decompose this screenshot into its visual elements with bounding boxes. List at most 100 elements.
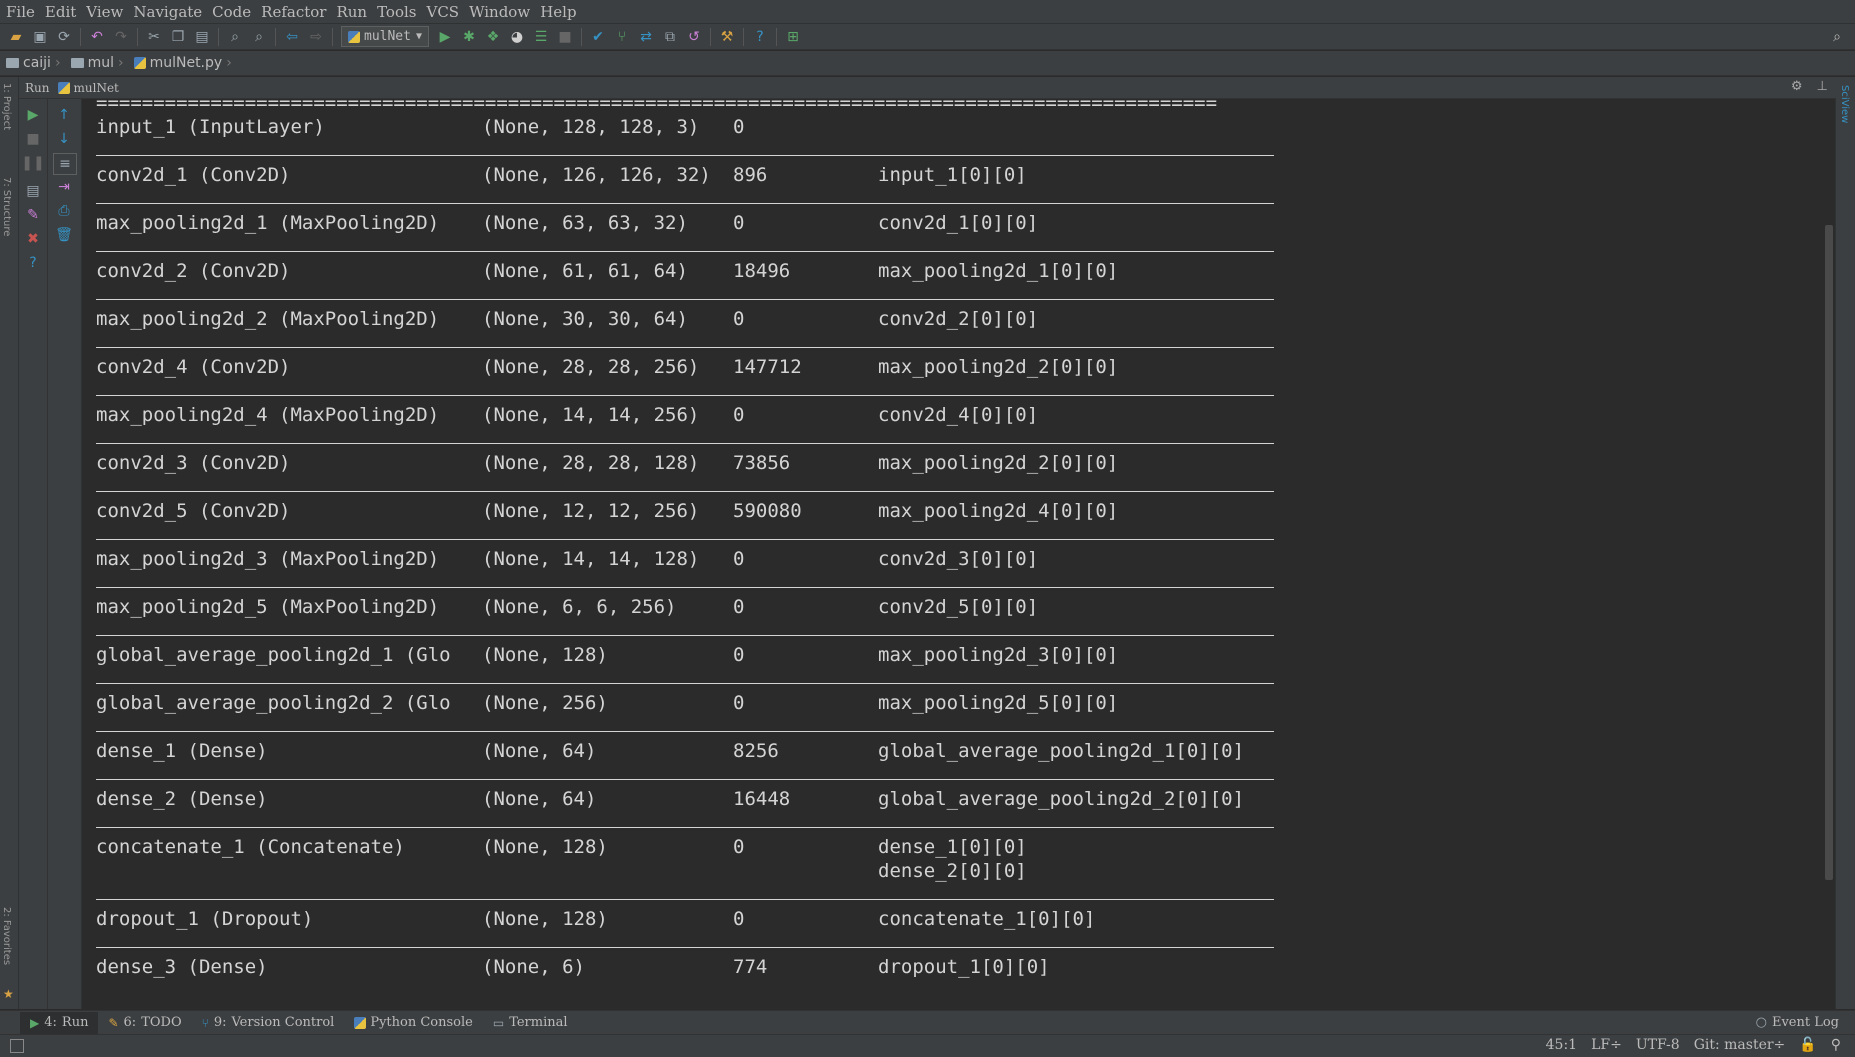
line-separator[interactable]: LF÷: [1591, 1037, 1622, 1053]
structure-icon[interactable]: ⊞: [783, 27, 803, 47]
param-count-cell: 0: [733, 404, 745, 426]
back-arrow-icon[interactable]: ⇦: [282, 27, 302, 47]
param-count-cell: 0: [733, 212, 745, 234]
menu-view[interactable]: View: [81, 3, 128, 21]
run-concurrency-icon[interactable]: ☰: [531, 27, 551, 47]
print-icon[interactable]: ⎙: [53, 201, 75, 221]
param-count-cell: 0: [733, 116, 745, 138]
rerun-icon[interactable]: ▶: [22, 105, 44, 125]
tab-label: Terminal: [509, 1015, 568, 1030]
pause-icon[interactable]: ❚❚: [21, 153, 44, 173]
tab-terminal[interactable]: ▭ Terminal: [483, 1012, 578, 1034]
caret-position[interactable]: 45:1: [1546, 1037, 1577, 1053]
tool-windows-toggle-icon[interactable]: [10, 1039, 24, 1053]
output-shape-cell: (None, 14, 14, 256): [482, 404, 700, 426]
stop-icon[interactable]: ■: [22, 129, 44, 149]
console-output[interactable]: ========================================…: [82, 99, 1826, 1009]
run-icon[interactable]: ▶: [435, 27, 455, 47]
run-tab[interactable]: mulNet: [57, 81, 119, 95]
hide-panel-icon[interactable]: ⊥: [1817, 79, 1828, 94]
lock-icon[interactable]: 🔓: [1799, 1037, 1816, 1053]
output-shape-cell: (None, 12, 12, 256): [482, 500, 700, 522]
menu-file[interactable]: File: [0, 3, 40, 21]
menu-tools[interactable]: Tools: [372, 3, 421, 21]
scroll-down-icon[interactable]: ↓: [53, 129, 75, 149]
menu-code[interactable]: Code: [207, 3, 256, 21]
breadcrumb-item[interactable]: caiji ›: [6, 55, 67, 71]
menu-edit[interactable]: Edit: [40, 3, 81, 21]
connected-to-cell: global_average_pooling2d_2[0][0]: [878, 788, 1245, 810]
structure-tool-button[interactable]: 7: Structure: [1, 177, 12, 236]
connected-to-cell: max_pooling2d_4[0][0]: [878, 500, 1119, 522]
menu-help[interactable]: Help: [535, 3, 581, 21]
layer-name-cell: dense_2 (Dense): [96, 788, 268, 810]
output-shape-cell: (None, 128): [482, 644, 608, 666]
tab-todo[interactable]: ✎ 6: TODO: [98, 1012, 191, 1034]
coverage-icon[interactable]: ❖: [483, 27, 503, 47]
menu-refactor[interactable]: Refactor: [256, 3, 331, 21]
cut-icon[interactable]: ✂: [144, 27, 164, 47]
menu-navigate[interactable]: Navigate: [128, 3, 207, 21]
find-icon[interactable]: ⌕: [225, 27, 245, 47]
dump-threads-icon[interactable]: ▤: [22, 181, 44, 201]
param-count-cell: 774: [733, 956, 768, 978]
gear-icon[interactable]: ⚙: [1791, 79, 1803, 94]
vcs-compare-icon[interactable]: ⇄: [636, 27, 656, 47]
connected-to-cell: max_pooling2d_1[0][0]: [878, 260, 1119, 282]
sync-icon[interactable]: ⟳: [54, 27, 74, 47]
undo-icon[interactable]: ↶: [87, 27, 107, 47]
param-count-cell: 8256: [733, 740, 779, 762]
git-branch[interactable]: Git: master÷: [1694, 1037, 1786, 1053]
layer-name-cell: conv2d_4 (Conv2D): [96, 356, 291, 378]
inspector-icon[interactable]: ⚲: [1831, 1037, 1841, 1053]
vcs-revert-icon[interactable]: ↺: [684, 27, 704, 47]
run-configuration-dropdown[interactable]: mulNet ▼: [341, 26, 429, 47]
profile-icon[interactable]: ◕: [507, 27, 527, 47]
row-divider: [96, 635, 1274, 636]
stop-icon[interactable]: ■: [555, 27, 575, 47]
close-icon[interactable]: ✖: [22, 229, 44, 249]
forward-arrow-icon[interactable]: ⇨: [306, 27, 326, 47]
tab-colon: :: [131, 1015, 137, 1030]
help-icon[interactable]: ?: [750, 27, 770, 47]
table-row: dense_1 (Dense) (None, 64) 8256 global_aver…: [96, 739, 1274, 787]
event-log-button[interactable]: ○ Event Log: [1756, 1015, 1839, 1030]
file-encoding[interactable]: UTF-8: [1636, 1037, 1680, 1053]
sciview-tool-button[interactable]: SciView: [1839, 85, 1850, 123]
menu-run[interactable]: Run: [331, 3, 372, 21]
row-divider: [96, 347, 1274, 348]
vcs-commit-icon[interactable]: ⑂: [612, 27, 632, 47]
vcs-history-icon[interactable]: ⧉: [660, 27, 680, 47]
favorites-tool-button[interactable]: 2: Favorites: [1, 907, 12, 965]
tab-python-console[interactable]: Python Console: [344, 1012, 483, 1034]
tab-version-control[interactable]: ⑂ 9: Version Control: [192, 1012, 345, 1034]
search-everywhere-icon[interactable]: ⌕: [1827, 27, 1847, 47]
menu-window[interactable]: Window: [464, 3, 535, 21]
paste-icon[interactable]: ▤: [192, 27, 212, 47]
save-icon[interactable]: ▣: [30, 27, 50, 47]
table-row: max_pooling2d_1 (MaxPooling2D) (None, 63,…: [96, 211, 1274, 259]
breadcrumb-item[interactable]: mulNet.py ›: [133, 55, 238, 71]
menu-vcs[interactable]: VCS: [422, 3, 465, 21]
vcs-update-icon[interactable]: ✔: [588, 27, 608, 47]
replace-icon[interactable]: ⌕: [249, 27, 269, 47]
scroll-up-icon[interactable]: ↑: [53, 105, 75, 125]
console-scrollbar-thumb[interactable]: [1825, 225, 1833, 880]
copy-icon[interactable]: ❐: [168, 27, 188, 47]
redo-icon[interactable]: ↷: [111, 27, 131, 47]
table-row: dense_2 (Dense) (None, 64) 16448 global_ave…: [96, 787, 1274, 835]
breadcrumb-item[interactable]: mul ›: [70, 55, 130, 71]
soft-wrap-icon[interactable]: ≡: [53, 153, 77, 175]
scroll-to-end-icon[interactable]: ⇥: [53, 177, 75, 197]
open-folder-icon[interactable]: ▰: [6, 27, 26, 47]
project-tool-button[interactable]: 1: Project: [1, 83, 12, 130]
debug-icon[interactable]: ✱: [459, 27, 479, 47]
layer-name-cell: max_pooling2d_4 (MaxPooling2D): [96, 404, 440, 426]
settings-wrench-icon[interactable]: ⚒: [717, 27, 737, 47]
output-shape-cell: (None, 126, 126, 32): [482, 164, 711, 186]
tab-run[interactable]: ▶ 4: Run: [20, 1011, 99, 1034]
clear-all-icon[interactable]: 🗑: [53, 225, 75, 245]
breadcrumb-label: mul: [87, 55, 114, 71]
pin-icon[interactable]: ✎: [22, 205, 44, 225]
help-icon[interactable]: ?: [22, 253, 44, 273]
